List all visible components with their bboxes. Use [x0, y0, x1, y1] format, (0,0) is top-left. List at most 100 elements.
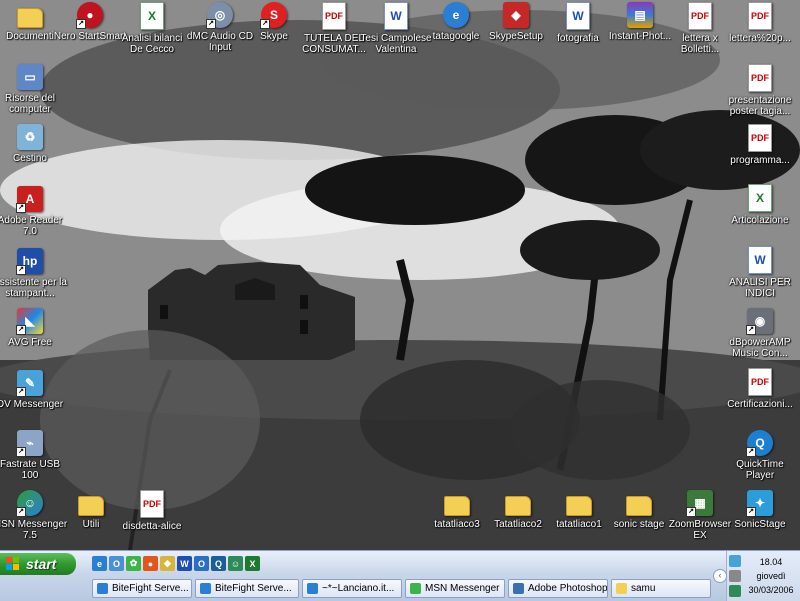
word-icon[interactable]: W — [177, 556, 192, 571]
pdf-file-icon: PDF — [748, 368, 772, 396]
desktop-icon-risorse[interactable]: ▭ Risorse del computer — [0, 64, 68, 115]
desktop-icon-presentazione[interactable]: PDF presentazione poster tagia... — [722, 64, 798, 117]
task-label: BiteFight Serve... — [215, 583, 292, 594]
folder-icon — [444, 496, 470, 516]
taskbar-buttons: BiteFight Serve... BiteFight Serve... ~*… — [92, 579, 711, 599]
desktop-icon-hp-assistente[interactable]: hp ↗ Assistente per la stampant... — [0, 248, 68, 299]
desktop-icon-certificazioni[interactable]: PDF Certificazioni... — [722, 368, 798, 410]
modem-icon: ⌁ ↗ — [16, 430, 43, 457]
icon-label: QuickTime Player — [736, 459, 784, 481]
volume-icon[interactable] — [729, 570, 741, 582]
start-button[interactable]: start — [0, 553, 76, 575]
messenger-icon[interactable]: ☺ — [228, 556, 243, 571]
quicktime-icon: Q ↗ — [746, 430, 773, 457]
folder-icon — [78, 496, 104, 516]
system-tray: ‹ 18.04 giovedì 30/03/2006 — [713, 551, 800, 601]
start-label: start — [26, 556, 57, 572]
clock-time[interactable]: 18.04 — [743, 557, 799, 567]
clock-day: giovedì — [756, 571, 786, 581]
icon-label: presentazione poster tagia... — [728, 95, 792, 117]
icon-label: ANALISI PER INDICI — [729, 277, 791, 299]
excel-file-icon: X — [140, 2, 164, 30]
media-player-icon[interactable]: ● — [143, 556, 158, 571]
computer-icon: ▭ — [17, 64, 43, 90]
task-label: samu — [631, 583, 656, 594]
icon-label: Assistente per la stampant... — [0, 277, 67, 299]
clock-date: 30/03/2006 — [748, 585, 794, 595]
hp-icon: hp ↗ — [16, 248, 43, 275]
windows-logo-icon — [6, 557, 19, 570]
taskbar: start e O ✿ ● ◆ W O Q ☺ X BiteFight Serv… — [0, 550, 800, 601]
task-button-samu[interactable]: samu — [611, 579, 711, 598]
desktop-icon-quicktime[interactable]: Q ↗ QuickTime Player — [722, 430, 798, 481]
desktop-icon-cestino[interactable]: ♻ Cestino — [0, 124, 68, 164]
word-file-icon: W — [748, 246, 772, 274]
show-hidden-icons-chevron-icon[interactable]: ‹ — [713, 569, 727, 583]
desktop-icon-disdetta[interactable]: PDF disdetta-alice — [114, 490, 190, 532]
task-button-msn-messenger[interactable]: MSN Messenger — [405, 579, 505, 598]
desktop-icon-adobe-reader[interactable]: A ↗ Adobe Reader 7.0 — [0, 186, 68, 237]
icon-label: AVG Free — [8, 337, 52, 348]
messenger-tray-icon[interactable] — [729, 585, 741, 597]
icon-label: Certificazioni... — [727, 399, 793, 410]
desktop-icon-sonicstage[interactable]: ✦ ↗ SonicStage — [722, 490, 798, 530]
internet-explorer-icon: e — [443, 2, 469, 28]
pdf-file-icon: PDF — [748, 124, 772, 152]
task-label: Adobe Photoshop — [528, 583, 608, 594]
desktop-icon-articolazione[interactable]: X Articolazione — [722, 184, 798, 226]
folder-icon — [626, 496, 652, 516]
zoombrowser-icon: ▦ ↗ — [686, 490, 713, 517]
msn-icon[interactable]: ✿ — [126, 556, 141, 571]
task-label: ~*~Lanciano.it... — [322, 583, 395, 594]
msn-messenger-icon: ☺ ↗ — [16, 490, 43, 517]
tag-icon[interactable]: ◆ — [160, 556, 175, 571]
desktop: Documenti ● ↗ Nero StartSmart X Analisi b… — [0, 0, 800, 550]
desktop-icon-dv-messenger[interactable]: ✎ ↗ DV Messenger — [0, 370, 68, 410]
icon-label: Adobe Reader 7.0 — [0, 215, 63, 237]
avg-icon: ◣ ↗ — [16, 308, 43, 335]
excel-file-icon: X — [748, 184, 772, 212]
task-button-bitefight-2[interactable]: BiteFight Serve... — [195, 579, 299, 598]
task-button-bitefight-1[interactable]: BiteFight Serve... — [92, 579, 192, 598]
folder-icon — [505, 496, 531, 516]
msn-messenger-icon — [410, 583, 421, 594]
desktop-icon-analisi-indici[interactable]: W ANALISI PER INDICI — [722, 246, 798, 299]
icon-label: disdetta-alice — [122, 521, 182, 532]
desktop-icon-avg[interactable]: ◣ ↗ AVG Free — [0, 308, 68, 348]
icon-label: DV Messenger — [0, 399, 64, 410]
task-label: BiteFight Serve... — [112, 583, 189, 594]
desktop-icon-dbpoweramp[interactable]: ◉ ↗ dBpowerAMP Music Con... — [722, 308, 798, 359]
task-label: MSN Messenger — [425, 583, 500, 594]
wallpaper-image — [0, 0, 800, 550]
internet-explorer-icon — [200, 583, 211, 594]
sonicstage-icon: ✦ ↗ — [746, 490, 773, 517]
pdf-file-icon: PDF — [140, 490, 164, 518]
pdf-file-icon: PDF — [748, 64, 772, 92]
folder-icon — [616, 583, 627, 594]
excel-icon[interactable]: X — [245, 556, 260, 571]
speaker-icon: ◉ ↗ — [746, 308, 773, 335]
icon-label: Risorse del computer — [4, 93, 56, 115]
icon-label: SonicStage — [734, 519, 786, 530]
outlook-express-icon[interactable]: O — [109, 556, 124, 571]
setup-icon: ◆ — [503, 2, 529, 28]
icon-label: Fastrate USB 100 — [0, 459, 61, 481]
outlook-icon[interactable]: O — [194, 556, 209, 571]
internet-explorer-icon[interactable]: e — [92, 556, 107, 571]
task-button-lanciano[interactable]: ~*~Lanciano.it... — [302, 579, 402, 598]
desktop-icon-fastrate[interactable]: ⌁ ↗ Fastrate USB 100 — [0, 430, 68, 481]
desktop-icon-lettera-p[interactable]: PDF lettera%20p... — [722, 2, 798, 44]
task-button-photoshop[interactable]: Adobe Photoshop — [508, 579, 608, 598]
dv-messenger-icon: ✎ ↗ — [16, 370, 43, 397]
quicktime-icon[interactable]: Q — [211, 556, 226, 571]
folder-icon — [17, 8, 43, 28]
pdf-file-icon: PDF — [748, 2, 772, 30]
quick-launch-bar: e O ✿ ● ◆ W O Q ☺ X — [92, 556, 260, 574]
desktop-icon-analisi-bilanci[interactable]: X Analisi bilanci De Cecco — [114, 2, 190, 55]
icon-label: Cestino — [13, 153, 47, 164]
desktop-icon-programma[interactable]: PDF programma... — [722, 124, 798, 166]
adobe-reader-icon: A ↗ — [16, 186, 43, 213]
network-icon[interactable] — [729, 555, 741, 567]
icon-label: programma... — [730, 155, 790, 166]
pdf-file-icon: PDF — [688, 2, 712, 30]
